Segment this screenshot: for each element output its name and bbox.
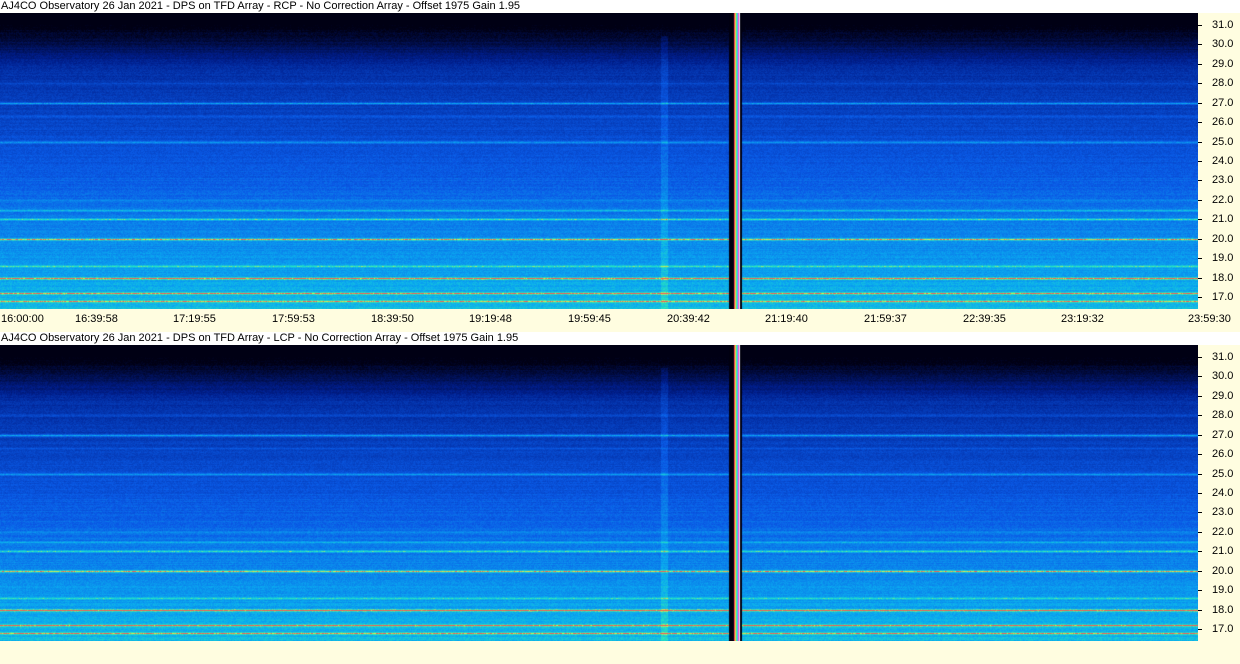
bottom-status-strip [0,641,1240,664]
frequency-tick-label: 28.0 [1212,409,1234,421]
frequency-tick [1198,357,1202,358]
lcp-spectrogram-canvas [0,345,1198,641]
time-tick-label: 17:59:53 [272,313,315,325]
frequency-tick-label: 22.0 [1212,194,1234,206]
frequency-tick [1198,161,1202,162]
rcp-frequency-axis: 31.0 30.0 29.0 28.0 27.0 26.0 25.0 24.0 23.0 22.0… [1198,13,1240,309]
frequency-tick-label: 19.0 [1212,252,1234,264]
time-tick-label: 18:39:50 [371,313,414,325]
frequency-tick [1198,239,1202,240]
time-tick-label: 21:19:40 [765,313,808,325]
frequency-tick [1198,512,1202,513]
frequency-tick [1198,258,1202,259]
frequency-tick-label: 28.0 [1212,77,1234,89]
frequency-tick-label: 31.0 [1212,351,1234,363]
lcp-spectrogram [0,345,1198,641]
frequency-tick [1198,278,1202,279]
frequency-tick-label: 30.0 [1212,370,1234,382]
time-tick-label: 16:00:00 [1,313,44,325]
frequency-tick [1198,454,1202,455]
frequency-tick-label: 24.0 [1212,487,1234,499]
frequency-tick-label: 25.0 [1212,468,1234,480]
frequency-tick [1198,44,1202,45]
frequency-tick-label: 20.0 [1212,233,1234,245]
time-tick-label: 17:19:55 [173,313,216,325]
rcp-spectrogram [0,13,1198,309]
time-tick-label: 23:59:30 [1188,313,1231,325]
frequency-tick-label: 27.0 [1212,97,1234,109]
time-tick-label: 16:39:58 [75,313,118,325]
frequency-tick-label: 26.0 [1212,116,1234,128]
frequency-tick [1198,142,1202,143]
lcp-frequency-axis: 31.0 30.0 29.0 28.0 27.0 26.0 25.0 24.0 23.0 22.0… [1198,345,1240,641]
frequency-tick-label: 21.0 [1212,213,1234,225]
frequency-tick [1198,83,1202,84]
time-tick-label: 22:39:35 [963,313,1006,325]
frequency-tick [1198,64,1202,65]
time-tick-label: 21:59:37 [864,313,907,325]
frequency-tick [1198,415,1202,416]
frequency-tick-label: 18.0 [1212,604,1234,616]
frequency-tick-label: 17.0 [1212,291,1234,303]
frequency-tick-label: 21.0 [1212,545,1234,557]
frequency-tick [1198,297,1202,298]
rcp-spectrogram-canvas [0,13,1198,309]
frequency-tick [1198,571,1202,572]
frequency-tick [1198,493,1202,494]
frequency-tick [1198,25,1202,26]
frequency-tick [1198,122,1202,123]
frequency-tick-label: 23.0 [1212,174,1234,186]
frequency-tick [1198,180,1202,181]
time-tick-label: 19:59:45 [568,313,611,325]
frequency-tick-label: 27.0 [1212,429,1234,441]
frequency-tick-label: 17.0 [1212,623,1234,635]
frequency-tick-label: 30.0 [1212,38,1234,50]
frequency-tick [1198,396,1202,397]
frequency-tick-label: 22.0 [1212,526,1234,538]
frequency-tick-label: 18.0 [1212,272,1234,284]
frequency-tick-label: 25.0 [1212,136,1234,148]
frequency-tick-label: 20.0 [1212,565,1234,577]
frequency-tick [1198,103,1202,104]
frequency-tick-label: 24.0 [1212,155,1234,167]
frequency-tick [1198,435,1202,436]
frequency-tick [1198,200,1202,201]
time-tick-label: 19:19:48 [469,313,512,325]
lcp-panel-title: AJ4CO Observatory 26 Jan 2021 - DPS on T… [0,332,1240,345]
frequency-tick [1198,219,1202,220]
frequency-tick-label: 29.0 [1212,58,1234,70]
frequency-tick-label: 19.0 [1212,584,1234,596]
lcp-panel: AJ4CO Observatory 26 Jan 2021 - DPS on T… [0,332,1240,641]
frequency-tick-label: 31.0 [1212,19,1234,31]
time-tick-label: 20:39:42 [667,313,710,325]
frequency-tick [1198,474,1202,475]
frequency-tick-label: 26.0 [1212,448,1234,460]
frequency-tick [1198,629,1202,630]
rcp-panel: AJ4CO Observatory 26 Jan 2021 - DPS on T… [0,0,1240,333]
frequency-tick [1198,610,1202,611]
frequency-tick [1198,590,1202,591]
frequency-tick [1198,532,1202,533]
frequency-tick [1198,376,1202,377]
frequency-tick [1198,551,1202,552]
frequency-tick-label: 23.0 [1212,506,1234,518]
time-tick-label: 23:19:32 [1061,313,1104,325]
rcp-panel-title: AJ4CO Observatory 26 Jan 2021 - DPS on T… [0,0,1240,13]
time-axis: 16:00:00 16:39:58 17:19:55 17:59:53 18:39:50… [0,309,1240,329]
frequency-tick-label: 29.0 [1212,390,1234,402]
